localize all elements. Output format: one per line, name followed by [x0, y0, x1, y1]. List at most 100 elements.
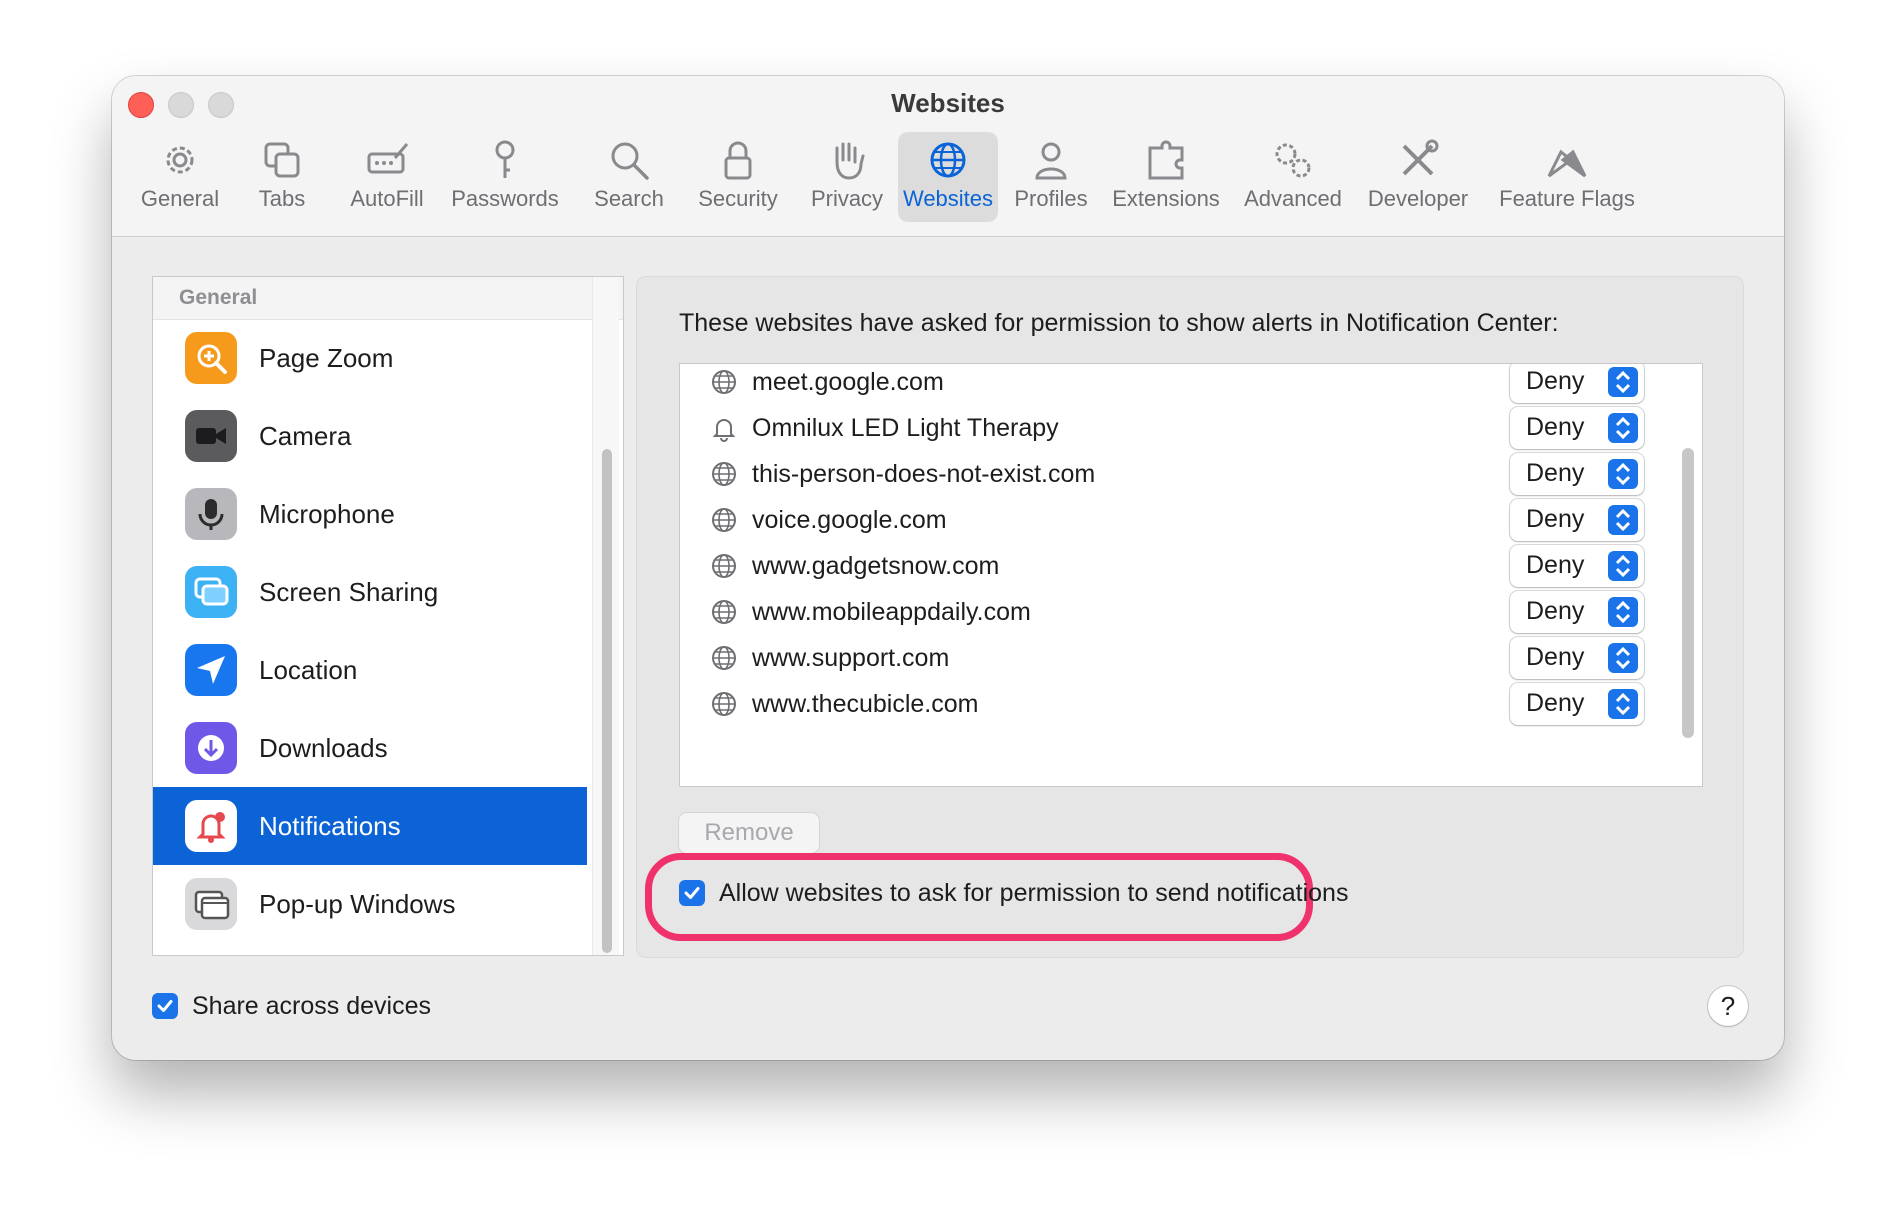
permission-value: Deny [1526, 597, 1585, 625]
checkmark-icon [684, 887, 700, 899]
chevron-updown-icon [1608, 597, 1638, 627]
tab-advanced[interactable]: Advanced [1236, 132, 1350, 222]
tab-search[interactable]: Search [584, 132, 674, 222]
permission-popup[interactable]: Deny [1510, 545, 1644, 587]
tab-developer[interactable]: Developer [1362, 132, 1474, 222]
tab-feature-flags[interactable]: Feature Flags [1492, 132, 1642, 222]
sidebar-scrollbar[interactable] [592, 277, 619, 955]
sidebar-header: General [153, 277, 623, 320]
globe-icon [712, 370, 736, 394]
titlebar: Websites General Tabs AutoFill Passwords… [112, 76, 1784, 237]
chevron-updown-icon [1608, 413, 1638, 443]
website-name: Omnilux LED Light Therapy [752, 413, 1059, 442]
tab-label: Developer [1367, 186, 1469, 211]
permission-popup[interactable]: Deny [1510, 591, 1644, 633]
preferences-window: Websites General Tabs AutoFill Passwords… [112, 76, 1784, 1060]
preferences-toolbar: General Tabs AutoFill Passwords Search S… [112, 132, 1784, 236]
tab-label: Passwords [451, 186, 559, 211]
sidebar-item-downloads[interactable]: Downloads [153, 709, 587, 787]
website-name: meet.google.com [752, 367, 944, 396]
tab-label: Profiles [1014, 186, 1088, 211]
window-title: Websites [891, 88, 1005, 118]
allow-permission-checkbox[interactable] [679, 880, 705, 906]
share-across-devices-checkbox[interactable] [152, 993, 178, 1019]
tab-general[interactable]: General [126, 132, 234, 222]
permission-popup[interactable]: Deny [1510, 499, 1644, 541]
search-icon [611, 142, 649, 180]
tab-websites[interactable]: Websites [898, 132, 998, 222]
tab-extensions[interactable]: Extensions [1108, 132, 1224, 222]
microphone-icon [185, 488, 237, 540]
notifications-panel: These websites have asked for permission… [636, 276, 1744, 958]
bell-icon [712, 419, 736, 442]
sidebar-item-page-zoom[interactable]: Page Zoom [153, 319, 587, 397]
tab-passwords[interactable]: Passwords [442, 132, 568, 222]
globe-icon [712, 554, 736, 578]
sidebar: General Page Zoom Camera Microphone Scre… [152, 276, 624, 956]
tab-label: Search [594, 186, 664, 211]
allow-permission-checkbox-row[interactable]: Allow websites to ask for permission to … [679, 873, 1348, 913]
permission-popup[interactable]: Deny [1510, 453, 1644, 495]
gears-icon [1275, 143, 1311, 178]
website-name: www.mobileappdaily.com [752, 597, 1031, 626]
permission-value: Deny [1526, 367, 1585, 395]
tab-privacy[interactable]: Privacy [800, 132, 894, 222]
sidebar-item-microphone[interactable]: Microphone [153, 475, 587, 553]
permission-popup[interactable]: Deny [1510, 407, 1644, 449]
tab-label: Feature Flags [1499, 186, 1635, 211]
chevron-updown-icon [1608, 367, 1638, 397]
sidebar-item-screen-sharing[interactable]: Screen Sharing [153, 553, 587, 631]
puzzle-icon [1148, 140, 1184, 180]
tab-label: Privacy [810, 186, 884, 211]
website-name: www.gadgetsnow.com [752, 551, 1000, 580]
globe-icon [712, 646, 736, 670]
tab-label: Advanced [1244, 186, 1342, 211]
popup-windows-icon [185, 878, 237, 930]
website-list: meet.google.com Deny Omnilux LED Light T… [679, 363, 1703, 787]
tab-profiles[interactable]: Profiles [1006, 132, 1096, 222]
checkmark-icon [157, 1000, 173, 1012]
permission-value: Deny [1526, 505, 1585, 533]
hand-icon [835, 142, 865, 180]
sidebar-item-popup-windows[interactable]: Pop-up Windows [153, 865, 587, 943]
permission-value: Deny [1526, 643, 1585, 671]
permission-value: Deny [1526, 689, 1585, 717]
screen-sharing-icon [185, 566, 237, 618]
permission-popup[interactable]: Deny [1510, 364, 1644, 403]
website-name: www.support.com [752, 643, 950, 672]
globe-icon [712, 508, 736, 532]
tab-autofill[interactable]: AutoFill [340, 132, 434, 222]
website-list-scrollbar[interactable] [1682, 448, 1694, 738]
permission-popup[interactable]: Deny [1510, 637, 1644, 679]
bell-icon [185, 800, 237, 852]
download-icon [185, 722, 237, 774]
sidebar-item-notifications[interactable]: Notifications [153, 787, 587, 865]
sidebar-scroll-thumb[interactable] [602, 449, 612, 953]
permission-value: Deny [1526, 551, 1585, 579]
list-item[interactable]: www.thecubicle.com Deny [680, 676, 1660, 732]
tab-label: Extensions [1112, 186, 1220, 211]
website-name: voice.google.com [752, 505, 947, 534]
chevron-updown-icon [1608, 551, 1638, 581]
location-arrow-icon [185, 644, 237, 696]
sidebar-item-label: Camera [259, 420, 352, 451]
tabs-icon [264, 142, 300, 178]
tab-security[interactable]: Security [686, 132, 790, 222]
globe-icon [712, 462, 736, 486]
sidebar-item-label: Notifications [259, 810, 401, 841]
lock-icon [724, 141, 752, 180]
sidebar-item-location[interactable]: Location [153, 631, 587, 709]
globe-icon [712, 600, 736, 624]
help-button[interactable]: ? [1708, 986, 1748, 1026]
camera-icon [185, 410, 237, 462]
tab-tabs[interactable]: Tabs [240, 132, 324, 222]
chevron-updown-icon [1608, 689, 1638, 719]
remove-button[interactable]: Remove [679, 813, 819, 853]
permission-popup[interactable]: Deny [1510, 683, 1644, 725]
tab-label: AutoFill [350, 186, 424, 211]
sidebar-item-label: Screen Sharing [259, 576, 439, 607]
sidebar-item-camera[interactable]: Camera [153, 397, 587, 475]
sidebar-item-label: Page Zoom [259, 342, 394, 373]
share-across-devices-row[interactable]: Share across devices [152, 986, 431, 1026]
chevron-updown-icon [1608, 643, 1638, 673]
